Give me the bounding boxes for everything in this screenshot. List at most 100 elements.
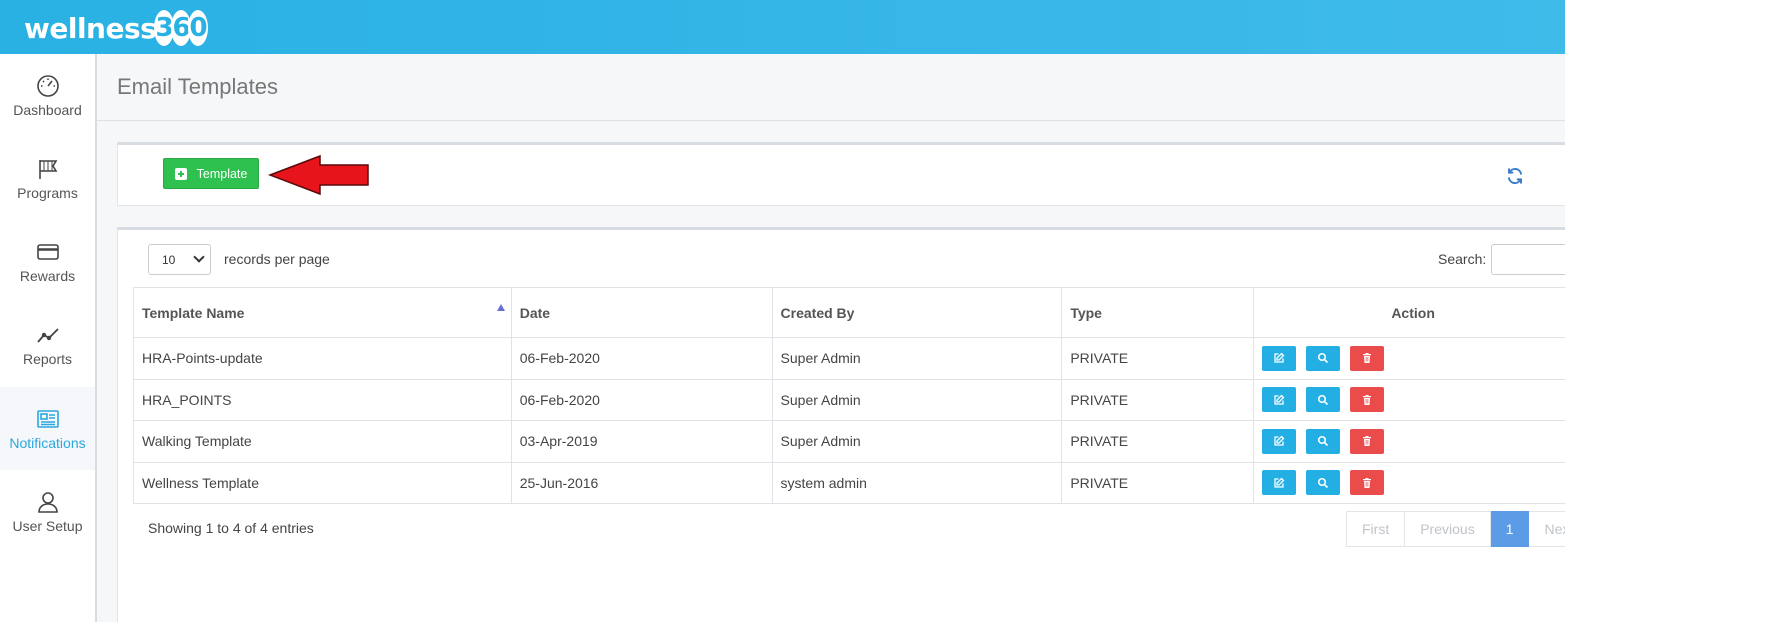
- sort-ascending-icon: [496, 304, 505, 311]
- column-header-template-name[interactable]: Template Name: [133, 287, 512, 338]
- trash-icon: [1363, 436, 1372, 447]
- delete-button[interactable]: [1350, 387, 1385, 413]
- sidebar-item-programs[interactable]: Programs: [0, 137, 95, 220]
- edit-icon: [1274, 394, 1285, 405]
- table-header-row: Template Name Date Created By Type Actio…: [133, 287, 1565, 338]
- cell-template-name: HRA_POINTS: [133, 378, 512, 421]
- table-row: HRA_POINTS 06-Feb-2020 Super Admin PRIVA…: [133, 378, 1565, 421]
- add-template-label: Template: [196, 166, 248, 181]
- pagination-first[interactable]: First: [1346, 511, 1406, 547]
- column-header-date[interactable]: Date: [510, 287, 773, 338]
- templates-table: Template Name Date Created By Type Actio…: [133, 287, 1565, 504]
- edit-icon: [1274, 435, 1285, 446]
- search-icon: [1318, 436, 1329, 447]
- cell-date: 06-Feb-2020: [510, 337, 773, 380]
- table-row: Walking Template 03-Apr-2019 Super Admin…: [133, 420, 1565, 463]
- sidebar-item-user-setup[interactable]: User Setup: [0, 470, 95, 553]
- sidebar-item-label: Dashboard: [13, 101, 82, 118]
- cell-type: PRIVATE: [1061, 378, 1255, 421]
- edit-button[interactable]: [1262, 345, 1297, 371]
- search-icon: [1318, 353, 1329, 364]
- view-button[interactable]: [1306, 387, 1341, 413]
- cell-date: 03-Apr-2019: [510, 420, 773, 463]
- cell-created-by: system admin: [771, 461, 1063, 504]
- table-info: Showing 1 to 4 of 4 entries: [148, 520, 314, 536]
- view-button[interactable]: [1306, 428, 1341, 454]
- search-input[interactable]: [1491, 244, 1565, 275]
- delete-button[interactable]: [1350, 470, 1385, 496]
- trash-icon: [1363, 477, 1372, 488]
- search-icon: [1318, 394, 1329, 405]
- cell-template-name: HRA-Points-update: [133, 337, 512, 380]
- flag-icon: [38, 159, 57, 179]
- brand-name: wellness: [24, 11, 157, 45]
- page-title: Email Templates: [117, 74, 278, 99]
- column-header-type[interactable]: Type: [1061, 287, 1255, 338]
- pagination: First Previous 1 Next: [1346, 511, 1565, 547]
- red-arrow-annotation: [268, 154, 369, 196]
- search-label: Search:: [1438, 251, 1487, 267]
- pagination-page-1[interactable]: 1: [1490, 511, 1530, 547]
- view-button[interactable]: [1306, 470, 1341, 496]
- view-button[interactable]: [1306, 345, 1341, 371]
- cell-type: PRIVATE: [1061, 420, 1255, 463]
- sidebar: Dashboard Programs Rewards Reports Notif…: [0, 54, 97, 622]
- column-header-label: Template Name: [142, 304, 245, 321]
- cell-date: 06-Feb-2020: [510, 378, 773, 421]
- toolbar: Template: [117, 142, 1565, 206]
- table-row: HRA-Points-update 06-Feb-2020 Super Admi…: [133, 337, 1565, 380]
- cell-actions: [1253, 420, 1565, 463]
- search-icon: [1318, 477, 1329, 488]
- main-content: Email Templates Template 10 records per …: [97, 54, 1565, 622]
- cell-actions: [1253, 461, 1565, 504]
- newspaper-icon: [36, 409, 59, 428]
- sidebar-item-rewards[interactable]: Rewards: [0, 220, 95, 303]
- column-header-label: Action: [1391, 304, 1435, 321]
- add-template-button[interactable]: Template: [163, 158, 259, 189]
- column-header-label: Date: [519, 304, 551, 321]
- cell-created-by: Super Admin: [771, 337, 1063, 380]
- cell-template-name: Walking Template: [133, 420, 512, 463]
- records-per-page-value: 10: [162, 252, 176, 267]
- edit-button[interactable]: [1262, 428, 1297, 454]
- chevron-down-icon: [193, 251, 205, 263]
- pagination-previous[interactable]: Previous: [1405, 511, 1491, 547]
- cell-type: PRIVATE: [1061, 461, 1255, 504]
- sidebar-item-label: User Setup: [12, 517, 83, 534]
- sidebar-item-label: Notifications: [9, 434, 86, 451]
- delete-button[interactable]: [1350, 345, 1385, 371]
- cell-actions: [1253, 337, 1565, 380]
- brand-digit: 0: [188, 10, 209, 46]
- sidebar-item-label: Rewards: [19, 267, 76, 284]
- gauge-icon: [36, 74, 59, 97]
- cell-date: 25-Jun-2016: [510, 461, 773, 504]
- sidebar-item-reports[interactable]: Reports: [0, 303, 95, 386]
- trash-icon: [1363, 353, 1372, 364]
- cell-type: PRIVATE: [1061, 337, 1255, 380]
- top-bar: wellness 3 6 0: [0, 0, 1565, 54]
- cell-created-by: Super Admin: [771, 378, 1063, 421]
- edit-button[interactable]: [1262, 470, 1297, 496]
- plus-square-icon: [174, 167, 187, 180]
- delete-button[interactable]: [1350, 428, 1385, 454]
- edit-button[interactable]: [1262, 387, 1297, 413]
- pagination-next[interactable]: Next: [1529, 511, 1565, 547]
- records-per-page-label: records per page: [224, 251, 330, 267]
- templates-panel: 10 records per page Search: Template Nam…: [117, 227, 1565, 622]
- edit-icon: [1274, 352, 1285, 363]
- sidebar-item-notifications[interactable]: Notifications: [0, 387, 95, 470]
- edit-icon: [1274, 477, 1285, 488]
- cell-created-by: Super Admin: [771, 420, 1063, 463]
- cell-actions: [1253, 378, 1565, 421]
- sidebar-item-label: Programs: [17, 184, 78, 201]
- column-header-action: Action: [1253, 287, 1565, 338]
- records-per-page-select[interactable]: 10: [148, 244, 211, 275]
- title-divider: [97, 120, 1565, 121]
- sidebar-item-dashboard[interactable]: Dashboard: [0, 54, 95, 137]
- refresh-icon[interactable]: [1506, 167, 1524, 185]
- card-icon: [36, 243, 59, 260]
- column-header-created-by[interactable]: Created By: [771, 287, 1063, 338]
- sidebar-item-label: Reports: [22, 350, 73, 367]
- table-row: Wellness Template 25-Jun-2016 system adm…: [133, 461, 1565, 504]
- brand-logo[interactable]: wellness 3 6 0: [24, 8, 209, 48]
